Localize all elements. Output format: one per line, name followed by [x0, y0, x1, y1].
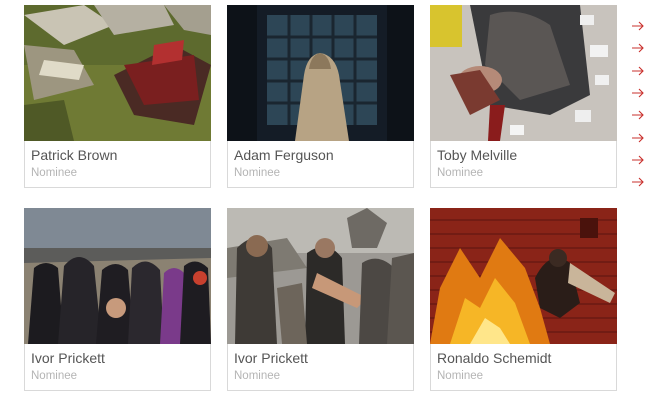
nominee-name: Ronaldo Schemidt	[437, 350, 552, 366]
nominee-card[interactable]: Ivor Prickett Nominee	[24, 208, 211, 391]
nominee-role: Nominee	[234, 370, 281, 382]
nominee-role: Nominee	[437, 370, 484, 382]
arrow-right-icon[interactable]	[630, 171, 646, 193]
arrow-right-icon[interactable]	[630, 126, 646, 148]
side-nav	[630, 15, 648, 193]
nominee-role: Nominee	[234, 167, 281, 179]
nominee-photo[interactable]	[24, 208, 211, 344]
nominee-role: Nominee	[31, 167, 78, 179]
nominee-name: Ivor Prickett	[31, 350, 105, 366]
nominee-name: Adam Ferguson	[234, 147, 334, 163]
nominee-photo[interactable]	[227, 5, 414, 141]
nominee-card[interactable]: Patrick Brown Nominee	[24, 5, 211, 188]
nominee-name: Toby Melville	[437, 147, 518, 163]
arrow-right-icon[interactable]	[630, 15, 646, 37]
arrow-right-icon[interactable]	[630, 37, 646, 59]
nominee-card[interactable]: Toby Melville Nominee	[430, 5, 617, 188]
nominee-card[interactable]: Ivor Prickett Nominee	[227, 208, 414, 391]
arrow-right-icon[interactable]	[630, 104, 646, 126]
arrow-right-icon[interactable]	[630, 60, 646, 82]
nominee-card[interactable]: Ronaldo Schemidt Nominee	[430, 208, 617, 391]
nominee-name: Ivor Prickett	[234, 350, 308, 366]
nominee-photo[interactable]	[227, 208, 414, 344]
nominee-name: Patrick Brown	[31, 147, 118, 163]
nominee-card[interactable]: Adam Ferguson Nominee	[227, 5, 414, 188]
nominee-photo[interactable]	[430, 5, 617, 141]
nominee-role: Nominee	[437, 167, 484, 179]
arrow-right-icon[interactable]	[630, 82, 646, 104]
nominee-photo[interactable]	[430, 208, 617, 344]
nominee-photo[interactable]	[24, 5, 211, 141]
arrow-right-icon[interactable]	[630, 149, 646, 171]
nominee-role: Nominee	[31, 370, 78, 382]
